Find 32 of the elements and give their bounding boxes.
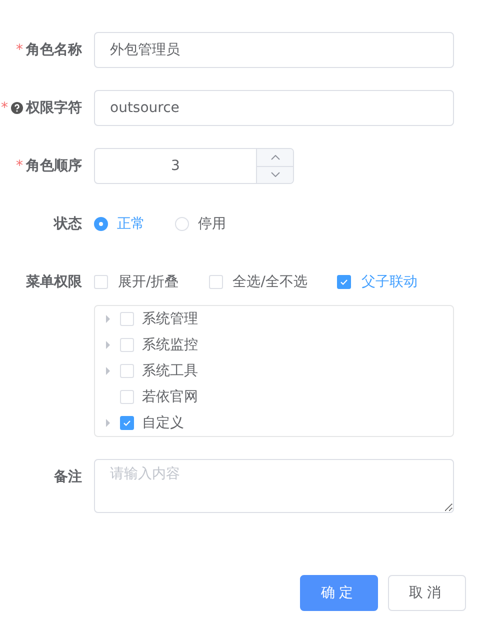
chevron-down-icon [270, 172, 280, 178]
tree-node[interactable]: 系统管理 [142, 310, 198, 328]
field-label: 权限字符 [26, 99, 82, 117]
required-mark: * [16, 42, 23, 58]
expand-arrow-icon[interactable] [104, 341, 112, 349]
tree-node[interactable]: 若依官网 [142, 388, 198, 406]
field-label: 菜单权限 [26, 273, 82, 291]
tree-node[interactable]: 系统监控 [142, 336, 198, 354]
confirm-button[interactable]: 确定 [300, 575, 378, 611]
checkbox[interactable] [337, 275, 352, 289]
required-mark: * [16, 158, 23, 174]
tree-node[interactable]: 系统工具 [142, 362, 198, 380]
expand-arrow-icon[interactable] [104, 419, 112, 427]
remark-field[interactable]: 请输入内容 [94, 459, 454, 513]
checkbox[interactable] [120, 416, 134, 430]
checkbox-label[interactable]: 展开/折叠 [118, 273, 179, 291]
expand-arrow-icon[interactable] [104, 315, 112, 323]
radio-option[interactable]: 停用 [175, 215, 226, 233]
field-label: 备注 [54, 468, 82, 486]
field-label: 角色顺序 [26, 157, 82, 175]
cancel-button[interactable]: 取消 [388, 575, 466, 611]
tree-node[interactable]: 自定义 [142, 414, 184, 432]
expand-arrow-icon[interactable] [104, 367, 112, 375]
required-mark: * [1, 100, 8, 116]
text-field[interactable]: 外包管理员 [94, 32, 454, 68]
chevron-up-icon [270, 154, 280, 160]
checkbox-label[interactable]: 全选/全不选 [232, 273, 308, 291]
field-label: 状态 [54, 215, 82, 233]
help-icon[interactable] [11, 102, 23, 114]
text-field[interactable]: outsource [94, 90, 454, 126]
field-label: 角色名称 [26, 41, 82, 59]
number-field[interactable]: 3 [94, 148, 294, 184]
